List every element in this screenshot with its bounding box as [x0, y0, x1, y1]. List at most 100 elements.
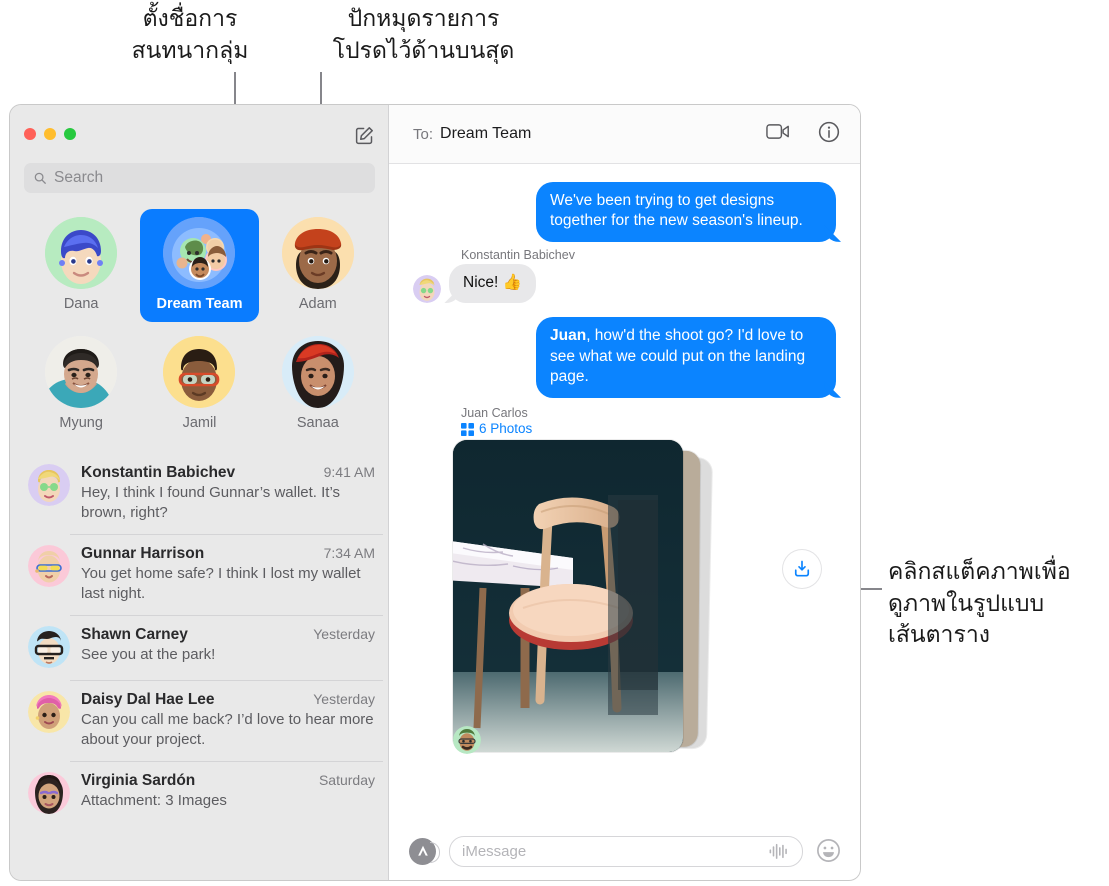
memoji-jamil-icon — [163, 336, 236, 408]
memoji-adam-icon — [281, 217, 354, 289]
list-item-time: Yesterday — [313, 691, 375, 707]
pinned-item-dream-team[interactable]: Dream Team — [140, 209, 259, 322]
minimize-button[interactable] — [44, 128, 56, 140]
photo-stack[interactable] — [453, 439, 821, 758]
callout-pin-top: ปักหมุดรายการ โปรดไว้ด้านบนสุด — [306, 4, 541, 67]
list-item-name: Gunnar Harrison — [81, 545, 205, 562]
pinned-conversations: Dana Dream Team Adam Myung Jamil Sanaa — [10, 193, 389, 449]
avatar — [281, 217, 354, 289]
group-memoji-icon — [163, 217, 236, 289]
list-item-header: Shawn Carney Yesterday — [81, 626, 375, 644]
audio-waveform-icon[interactable] — [768, 843, 790, 859]
message-bubble[interactable]: Nice! 👍 — [449, 263, 536, 304]
messages-window: Search Dana Dream Team Adam Myung Jamil … — [10, 105, 860, 880]
incoming-group: Nice! 👍 — [413, 263, 536, 304]
sidebar: Search Dana Dream Team Adam Myung Jamil … — [10, 105, 389, 880]
callout-group-name: ตั้งชื่อการ สนทนากลุ่ม — [85, 4, 295, 67]
callout-photo-stack: คลิกสแต็คภาพเพื่อ ดูภาพในรูปแบบ เส้นตารา… — [888, 557, 1109, 652]
pinned-item-label: Dream Team — [156, 296, 243, 312]
list-item-header: Virginia Sardón Saturday — [81, 772, 375, 790]
list-item[interactable]: Gunnar Harrison 7:34 AM You get home saf… — [10, 534, 389, 615]
recipient-name[interactable]: Dream Team — [440, 125, 531, 143]
list-item-preview: Attachment: 3 Images — [81, 792, 227, 809]
mention: Juan — [550, 327, 587, 345]
message-bubble[interactable]: We've been trying to get designs togethe… — [536, 182, 836, 242]
pinned-item-adam[interactable]: Adam — [259, 209, 377, 322]
avatar — [413, 275, 441, 304]
list-item-body: Virginia Sardón Saturday Attachment: 3 I… — [81, 772, 375, 814]
search-input[interactable]: Search — [24, 163, 375, 193]
pinned-item-label: Sanaa — [296, 415, 339, 431]
list-item-body: Gunnar Harrison 7:34 AM You get home saf… — [81, 545, 375, 603]
message-input[interactable]: iMessage — [449, 835, 803, 867]
facetime-button[interactable] — [766, 123, 790, 145]
pinned-item-jamil[interactable]: Jamil — [140, 328, 258, 441]
message-pane: To: Dream Team We've been trying to get … — [389, 105, 860, 880]
avatar — [28, 772, 70, 814]
download-icon — [794, 560, 810, 577]
message-thread: We've been trying to get designs togethe… — [389, 164, 860, 822]
zoom-button[interactable] — [64, 128, 76, 140]
compose-button[interactable] — [351, 122, 377, 148]
message-input-placeholder: iMessage — [462, 842, 527, 860]
callout-photo-stack-line2: ดูภาพในรูปแบบ — [888, 590, 1045, 617]
callout-group-name-line1: ตั้งชื่อการ — [142, 6, 238, 32]
pinned-item-label: Dana — [63, 296, 99, 312]
avatar — [281, 336, 354, 408]
pane-header-actions — [766, 121, 840, 148]
avatar — [28, 691, 70, 733]
memoji-shawn-icon — [28, 626, 70, 668]
memoji-gunnar-icon — [28, 545, 70, 587]
list-item[interactable]: Shawn Carney Yesterday See you at the pa… — [10, 615, 389, 680]
callout-pin-top-line1: ปักหมุดรายการ — [347, 6, 500, 32]
memoji-konstantin-icon — [413, 275, 441, 304]
avatar — [453, 725, 481, 754]
message-bubble[interactable]: Juan, how'd the shoot go? I'd love to se… — [536, 317, 836, 398]
attachment-sender: Juan Carlos — [461, 405, 528, 420]
facetime-video-icon — [766, 124, 789, 139]
message-sender-name: Konstantin Babichev — [461, 247, 575, 262]
attachment-count[interactable]: 6 Photos — [461, 421, 836, 437]
apps-button[interactable] — [409, 837, 440, 865]
emoji-button[interactable] — [816, 838, 842, 864]
list-item-preview: See you at the park! — [81, 646, 216, 663]
list-item[interactable]: Daisy Dal Hae Lee Yesterday Can you call… — [10, 680, 389, 761]
attachment-header: Juan Carlos 6 Photos — [461, 406, 836, 438]
avatar — [163, 217, 236, 289]
emoji-smiley-icon — [817, 839, 840, 862]
list-item[interactable]: Konstantin Babichev 9:41 AM Hey, I think… — [10, 453, 389, 534]
pinned-item-label: Jamil — [182, 415, 217, 431]
list-item-time: Yesterday — [313, 626, 375, 642]
message-text: , how'd the shoot go? I'd love to see wh… — [550, 327, 806, 386]
photo-stack-card-front — [453, 439, 683, 752]
callout-photo-stack-line3: เส้นตาราง — [888, 622, 990, 649]
memoji-konstantin-icon — [28, 464, 70, 506]
list-item-preview: You get home safe? I think I lost my wal… — [81, 565, 361, 602]
avatar — [28, 545, 70, 587]
download-button[interactable] — [783, 549, 821, 588]
list-item[interactable]: Virginia Sardón Saturday Attachment: 3 I… — [10, 761, 389, 826]
pinned-item-dana[interactable]: Dana — [22, 209, 140, 322]
callout-pin-top-line2: โปรดไว้ด้านบนสุด — [332, 37, 515, 64]
message-row-outgoing: Juan, how'd the shoot go? I'd love to se… — [413, 317, 836, 398]
photo-chair-table-icon — [453, 439, 683, 752]
photo-stack-row — [413, 439, 836, 758]
close-button[interactable] — [24, 128, 36, 140]
photo-sanaa-icon — [281, 336, 354, 408]
pane-header: To: Dream Team — [389, 105, 860, 164]
list-item-time: 7:34 AM — [323, 545, 375, 561]
conversation-list: Konstantin Babichev 9:41 AM Hey, I think… — [10, 449, 389, 880]
info-icon — [818, 121, 840, 142]
search-container: Search — [10, 163, 389, 193]
message-row-outgoing: We've been trying to get designs togethe… — [413, 182, 836, 242]
list-item-name: Virginia Sardón — [81, 772, 196, 789]
pinned-item-myung[interactable]: Myung — [22, 328, 140, 441]
attachment-count-label: 6 Photos — [479, 421, 533, 437]
app-store-icon — [417, 845, 428, 856]
pinned-item-sanaa[interactable]: Sanaa — [259, 328, 377, 441]
list-item-body: Shawn Carney Yesterday See you at the pa… — [81, 626, 375, 668]
pinned-item-label: Adam — [298, 296, 337, 312]
photo-myung-icon — [45, 336, 118, 408]
info-button[interactable] — [818, 121, 840, 148]
search-icon — [34, 172, 46, 184]
